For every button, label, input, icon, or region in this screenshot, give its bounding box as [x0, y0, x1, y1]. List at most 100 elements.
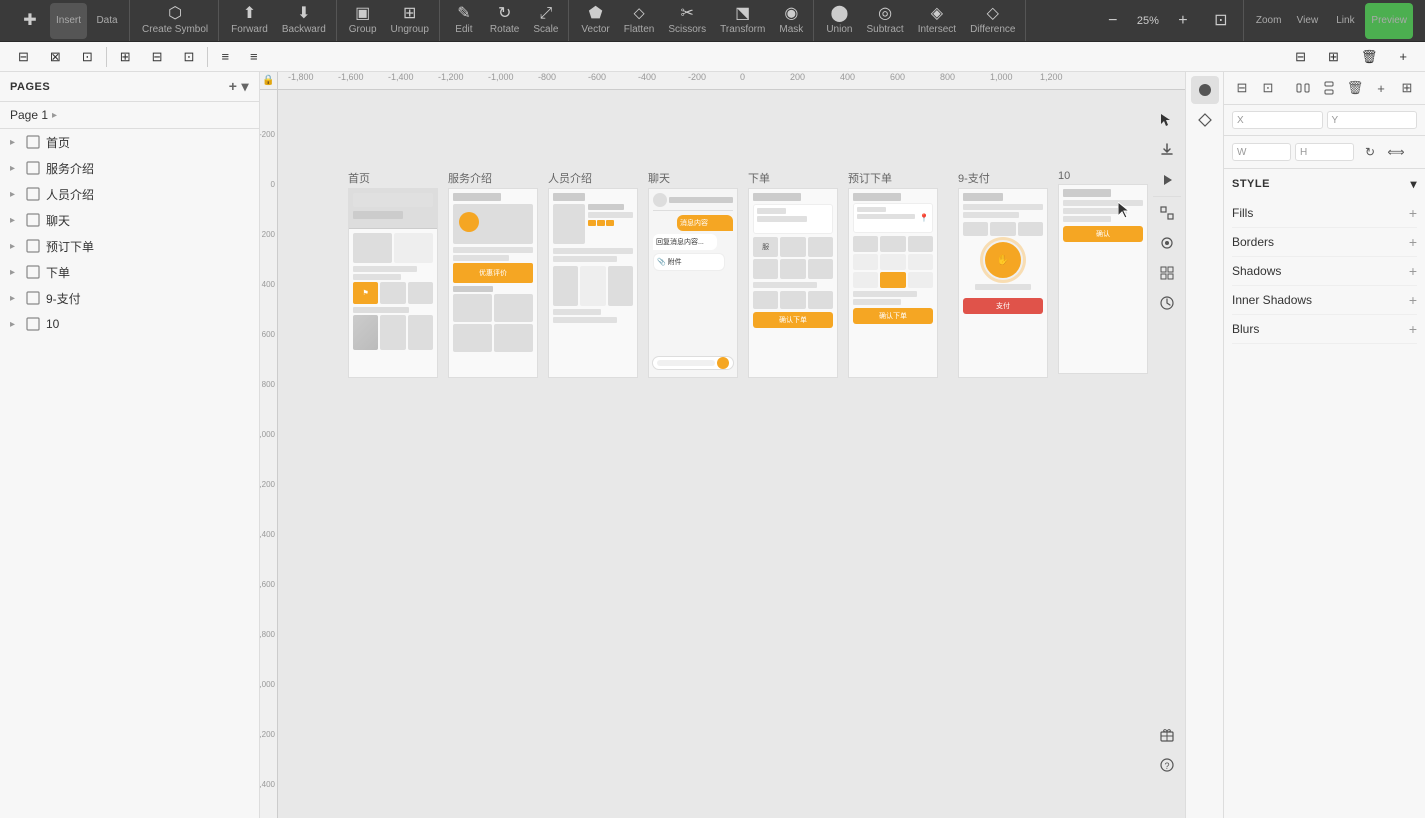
gift-button[interactable] — [1153, 721, 1181, 749]
frame-box-6[interactable]: ✋ 支付 — [958, 188, 1048, 378]
rotate-field-icon[interactable]: ↻ — [1358, 140, 1382, 164]
group-button[interactable]: ▣ Group — [343, 3, 383, 39]
align-left-button[interactable]: ⊟ — [8, 45, 39, 69]
style-dropdown-icon[interactable]: ▾ — [1410, 177, 1417, 191]
ungroup-button[interactable]: ⊞ Ungroup — [385, 3, 435, 39]
layer-item-1[interactable]: ▸ 服务介绍 — [0, 155, 259, 181]
align-bottom-button[interactable]: ⊡ — [174, 45, 205, 69]
frame-box-1[interactable]: 优惠评价 — [448, 188, 538, 378]
subtract-button[interactable]: ◎ Subtract — [860, 3, 909, 39]
w-input[interactable] — [1248, 146, 1286, 158]
shadows-add-icon[interactable]: + — [1409, 263, 1417, 279]
inner-shadows-row[interactable]: Inner Shadows + — [1232, 286, 1417, 315]
zoom-minus-button[interactable]: − — [1095, 3, 1131, 39]
vector-button[interactable]: ⬟ Vector — [575, 3, 615, 39]
transform-button[interactable]: ⬔ Transform — [714, 3, 771, 39]
h-input[interactable] — [1309, 146, 1349, 158]
link-button[interactable]: Link — [1327, 3, 1363, 39]
x-input[interactable] — [1246, 114, 1318, 126]
layer-item-4[interactable]: ▸ 预订下单 — [0, 233, 259, 259]
create-symbol-button[interactable]: ⬡ Create Symbol — [136, 3, 214, 39]
frame-box-4[interactable]: 服 确认下单 — [748, 188, 838, 378]
blurs-row[interactable]: Blurs + — [1232, 315, 1417, 344]
rotate-button[interactable]: ↻ Rotate — [484, 3, 525, 39]
h-field[interactable]: H — [1295, 143, 1354, 161]
lock-icon[interactable]: 🔒 — [260, 72, 278, 90]
frame-box-2[interactable] — [548, 188, 638, 378]
scale-button[interactable]: ⤢ Scale — [527, 3, 564, 39]
canvas-inner[interactable]: 首页 — [278, 90, 1185, 818]
align-top-button[interactable]: ⊞ — [110, 45, 141, 69]
fit-to-screen-button[interactable] — [1153, 199, 1181, 227]
align-left-icon[interactable]: ⊟ — [1230, 76, 1254, 100]
insert-button[interactable]: ✚ — [12, 3, 48, 39]
preview-button[interactable]: Preview — [1365, 3, 1413, 39]
add-page-icon[interactable]: + — [229, 78, 238, 95]
align-center-v-button[interactable]: ⊟ — [142, 45, 173, 69]
page-name[interactable]: Page 1 ▸ — [0, 102, 259, 129]
align-center-h-button[interactable]: ⊠ — [40, 45, 71, 69]
difference-button[interactable]: ◇ Difference — [964, 3, 1021, 39]
blurs-add-icon[interactable]: + — [1409, 321, 1417, 337]
pages-menu-icon[interactable]: ▾ — [241, 78, 249, 95]
trash-icon[interactable]: 🗑 — [1343, 76, 1367, 100]
align-right-button[interactable]: ⊡ — [72, 45, 103, 69]
borders-row[interactable]: Borders + — [1232, 228, 1417, 257]
add-button[interactable]: + — [1389, 45, 1417, 69]
y-field[interactable]: Y — [1327, 111, 1418, 129]
layer-item-6[interactable]: ▸ 9-支付 — [0, 285, 259, 311]
pointer-tool[interactable] — [1153, 106, 1181, 134]
layer-item-5[interactable]: ▸ 下单 — [0, 259, 259, 285]
inspector-component-button[interactable] — [1191, 106, 1219, 134]
scissors-button[interactable]: ✂ Scissors — [662, 3, 712, 39]
data-tab[interactable]: Data — [89, 3, 125, 39]
zoom-plus-button[interactable]: + — [1165, 3, 1201, 39]
y-input[interactable] — [1340, 114, 1412, 126]
canvas-area[interactable]: 🔒 -1,800 -1,600 -1,400 -1,200 -1,000 -80… — [260, 72, 1185, 818]
x-field[interactable]: X — [1232, 111, 1323, 129]
inner-shadows-add-icon[interactable]: + — [1409, 292, 1417, 308]
w-field[interactable]: W — [1232, 143, 1291, 161]
insert-tab[interactable]: Insert — [50, 3, 87, 39]
fills-add-icon[interactable]: + — [1409, 205, 1417, 221]
grid-overlay-button[interactable] — [1153, 229, 1181, 257]
trash-button[interactable]: 🗑 — [1351, 45, 1388, 69]
grid-cols-button[interactable]: ⊟ — [1285, 45, 1316, 69]
align-right-icon[interactable]: ⊡ — [1256, 76, 1280, 100]
backward-button[interactable]: ⬇ Backward — [276, 3, 332, 39]
play-button[interactable] — [1153, 166, 1181, 194]
edit-button[interactable]: ✎ Edit — [446, 3, 482, 39]
layer-item-2[interactable]: ▸ 人员介绍 — [0, 181, 259, 207]
intersect-button[interactable]: ◈ Intersect — [912, 3, 962, 39]
mask-button[interactable]: ◉ Mask — [773, 3, 809, 39]
distribute-h-button[interactable]: ≡ — [211, 45, 239, 69]
layer-item-0[interactable]: ▸ 首页 — [0, 129, 259, 155]
add-row-icon[interactable]: + — [1369, 76, 1393, 100]
forward-button[interactable]: ⬆ Forward — [225, 3, 274, 39]
frame-box-3[interactable]: 消息内容 回复消息内容... 📎 附件 — [648, 188, 738, 378]
shadows-row[interactable]: Shadows + — [1232, 257, 1417, 286]
distribute-v-button[interactable]: ≡ — [240, 45, 268, 69]
distribute-h-icon[interactable] — [1291, 76, 1315, 100]
add-col-icon[interactable]: ⊞ — [1395, 76, 1419, 100]
frame-box-7[interactable]: 确认 — [1058, 184, 1148, 374]
borders-add-icon[interactable]: + — [1409, 234, 1417, 250]
export-tool[interactable] — [1153, 136, 1181, 164]
layer-item-7[interactable]: ▸ 10 — [0, 311, 259, 337]
frame-box-5[interactable]: 📍 — [848, 188, 938, 378]
distribute-v-icon[interactable] — [1317, 76, 1341, 100]
view-tab[interactable]: View — [1289, 3, 1325, 39]
flatten-button[interactable]: ⬦ Flatten — [618, 3, 661, 39]
flip-h-icon[interactable]: ⟺ — [1384, 140, 1408, 164]
fills-row[interactable]: Fills + — [1232, 199, 1417, 228]
layer-item-3[interactable]: ▸ 聊天 — [0, 207, 259, 233]
view-button[interactable]: Zoom — [1250, 3, 1288, 39]
clock-tool[interactable] — [1153, 289, 1181, 317]
zoom-fit-button[interactable]: ⊡ — [1203, 3, 1239, 39]
grid-settings-button[interactable] — [1153, 259, 1181, 287]
frame-box-0[interactable]: ⚑ — [348, 188, 438, 378]
union-button[interactable]: ⬤ Union — [820, 3, 858, 39]
grid-button[interactable]: ⊞ — [1318, 45, 1349, 69]
help-button[interactable]: ? — [1153, 751, 1181, 779]
inspector-style-button[interactable] — [1191, 76, 1219, 104]
